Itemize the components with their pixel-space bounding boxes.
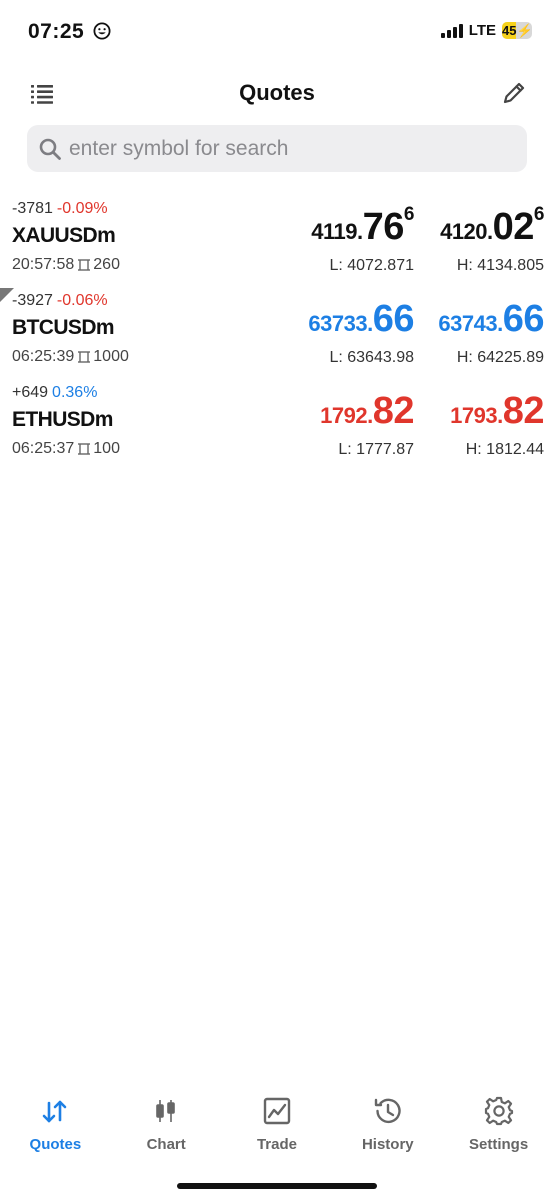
- history-clock-icon: [374, 1098, 401, 1124]
- low-price: L: 4072.871: [329, 257, 414, 274]
- spread-value: 1000: [93, 348, 129, 365]
- edit-button[interactable]: [500, 79, 528, 107]
- high-price: H: 1812.44: [465, 441, 544, 458]
- ask-price: 1793.82: [450, 390, 544, 432]
- quote-time: 20:57:58: [12, 256, 75, 273]
- quote-meta: 06:25:37 100: [12, 440, 120, 458]
- pencil-icon: [503, 82, 525, 104]
- change-points: +649: [12, 384, 49, 401]
- symbol-name: BTCUSDm: [12, 316, 115, 339]
- ask-price: 63743.66: [438, 298, 544, 340]
- quote-meta: 20:57:58 260: [12, 256, 120, 274]
- high-price: H: 64225.89: [456, 349, 544, 366]
- tab-label: Quotes: [29, 1136, 82, 1153]
- gear-icon: [484, 1096, 513, 1126]
- tab-chart[interactable]: Chart: [111, 1095, 221, 1165]
- tab-label: Trade: [256, 1136, 297, 1153]
- status-indicators: LTE 45⚡: [440, 22, 532, 39]
- quote-time: 06:25:39: [12, 348, 75, 365]
- low-price: L: 63643.98: [329, 349, 414, 366]
- symbol-name: XAUUSDm: [12, 224, 116, 247]
- change-info: -3781 -0.09%: [12, 200, 108, 218]
- search-input[interactable]: [69, 125, 509, 172]
- battery-level: 45⚡: [502, 23, 532, 38]
- change-percent: -0.06%: [56, 292, 108, 309]
- spread-icon: [78, 351, 91, 363]
- tab-quotes[interactable]: Quotes: [0, 1095, 110, 1165]
- quote-row[interactable]: +649 0.36% ETHUSDm 06:25:37 100 1792.82 1…: [0, 384, 554, 476]
- search-icon: [39, 138, 61, 160]
- tab-label: Settings: [468, 1136, 529, 1153]
- tab-settings[interactable]: Settings: [444, 1095, 554, 1165]
- tab-trade[interactable]: Trade: [222, 1095, 332, 1165]
- quotes-arrows-icon: [43, 1100, 67, 1123]
- tab-history[interactable]: History: [333, 1095, 443, 1165]
- quote-row[interactable]: -3781 -0.09% XAUUSDm 20:57:58 260 4119.76…: [0, 200, 554, 292]
- bid-price: 4119.766: [311, 204, 414, 248]
- spread-value: 100: [93, 440, 120, 457]
- home-indicator[interactable]: [177, 1183, 377, 1189]
- change-info: -3927 -0.06%: [12, 292, 108, 310]
- change-percent: -0.09%: [56, 200, 108, 217]
- bid-price: 63733.66: [308, 298, 414, 340]
- spread-icon: [78, 259, 91, 271]
- change-points: -3781: [12, 200, 53, 217]
- bid-price: 1792.82: [320, 390, 414, 432]
- ask-price: 4120.026: [440, 204, 544, 248]
- spread-value: 260: [93, 256, 120, 273]
- quote-time: 06:25:37: [12, 440, 75, 457]
- quote-row[interactable]: -3927 -0.06% BTCUSDm 06:25:39 1000 63733.…: [0, 288, 554, 384]
- change-percent: 0.36%: [52, 384, 98, 401]
- change-points: -3927: [12, 292, 53, 309]
- tab-label: Chart: [146, 1136, 186, 1153]
- search-bar[interactable]: [27, 125, 527, 172]
- change-info: +649 0.36%: [12, 384, 97, 402]
- battery-icon: 45⚡: [502, 22, 532, 39]
- tab-bar: Quotes Chart Trade History Settings: [0, 1095, 554, 1165]
- symbol-name: ETHUSDm: [12, 408, 113, 431]
- network-type: LTE: [468, 22, 496, 39]
- high-price: H: 4134.805: [456, 257, 544, 274]
- signal-strength-icon: [440, 23, 463, 38]
- nav-header: Quotes: [0, 70, 554, 118]
- tab-label: History: [361, 1136, 414, 1153]
- status-bar: 07:25 LTE 45⚡: [0, 0, 554, 64]
- status-time: 07:25: [28, 20, 85, 43]
- trade-chart-icon: [263, 1097, 291, 1125]
- candlestick-icon: [156, 1100, 175, 1122]
- spread-icon: [78, 443, 91, 455]
- page-title: Quotes: [239, 80, 315, 105]
- low-price: L: 1777.87: [338, 441, 414, 458]
- quote-meta: 06:25:39 1000: [12, 348, 129, 366]
- smiley-icon: [93, 22, 111, 45]
